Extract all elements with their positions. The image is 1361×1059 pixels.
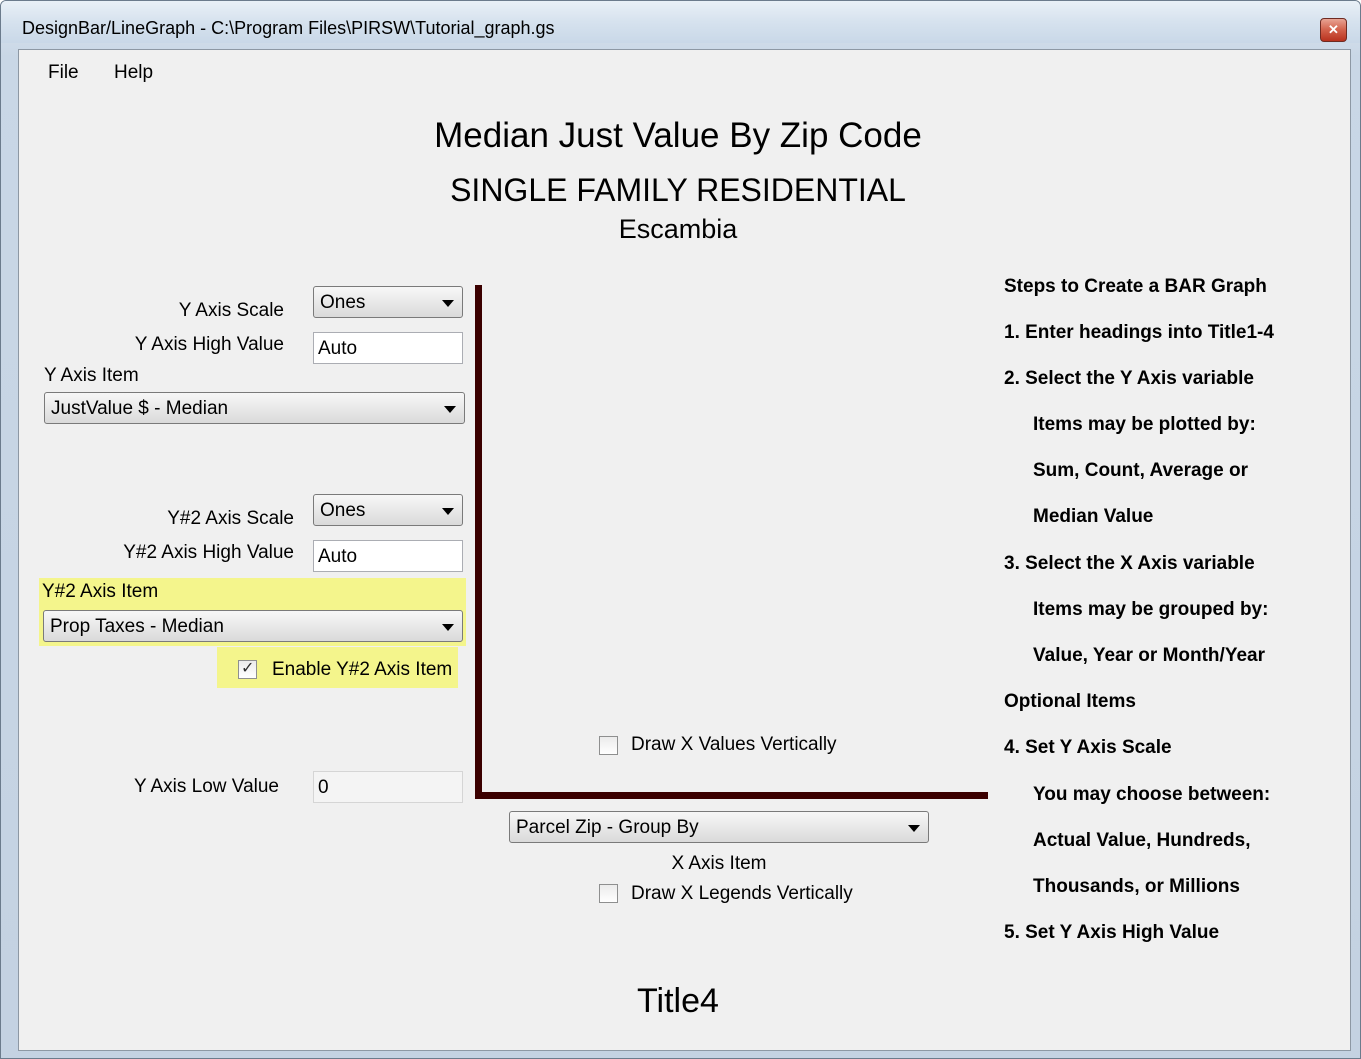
step-line: Thousands, or Millions — [1033, 876, 1240, 897]
menu-bar: File Help — [19, 58, 1350, 86]
y2-axis-scale-value: Ones — [320, 500, 366, 521]
chevron-down-icon — [444, 406, 456, 413]
draw-x-values-label[interactable]: Draw X Values Vertically — [631, 734, 837, 756]
step-line: Optional Items — [1004, 691, 1136, 712]
menu-file[interactable]: File — [48, 62, 79, 84]
app-window: DesignBar/LineGraph - C:\Program Files\P… — [0, 0, 1361, 1059]
title1-text[interactable]: Median Just Value By Zip Code — [19, 116, 1337, 156]
step-line: 3. Select the X Axis variable — [1004, 553, 1255, 574]
y-axis-item-select[interactable]: JustValue $ - Median — [44, 392, 465, 424]
chevron-down-icon — [442, 624, 454, 631]
step-line: You may choose between: — [1033, 784, 1271, 805]
enable-y2-label[interactable]: Enable Y#2 Axis Item — [272, 659, 452, 681]
y2-axis-scale-label: Y#2 Axis Scale — [167, 508, 294, 529]
step-line: Median Value — [1033, 506, 1154, 527]
close-button[interactable]: ✕ — [1320, 18, 1347, 42]
y-axis-high-label: Y Axis High Value — [134, 334, 284, 355]
y-axis-low-label: Y Axis Low Value — [133, 776, 279, 797]
steps-heading: Steps to Create a BAR Graph — [1004, 276, 1267, 297]
y2-axis-item-label: Y#2 Axis Item — [42, 581, 159, 602]
y-axis-high-input[interactable]: Auto — [313, 332, 463, 364]
step-line: 5. Set Y Axis High Value — [1004, 922, 1220, 943]
y-axis-scale-select[interactable]: Ones — [313, 286, 463, 318]
title4-text[interactable]: Title4 — [19, 982, 1337, 1021]
step-line: 2. Select the Y Axis variable — [1004, 368, 1254, 389]
y-axis-item-label: Y Axis Item — [44, 365, 139, 386]
step-line: Items may be plotted by: — [1033, 414, 1256, 435]
step-line: Sum, Count, Average or — [1033, 460, 1249, 481]
chevron-down-icon — [442, 300, 454, 307]
y-axis-low-value: 0 — [318, 777, 329, 798]
graph-designer-panel: File Help Median Just Value By Zip Code … — [18, 49, 1351, 1051]
y-axis-low-input[interactable]: 0 — [313, 771, 463, 803]
draw-x-legends-label[interactable]: Draw X Legends Vertically — [631, 883, 853, 905]
title2-text[interactable]: SINGLE FAMILY RESIDENTIAL — [19, 172, 1337, 209]
y-axis-scale-label: Y Axis Scale — [178, 300, 284, 321]
x-axis-item-value: Parcel Zip - Group By — [516, 817, 699, 838]
y-axis-scale-value: Ones — [320, 292, 366, 313]
step-line: Items may be grouped by: — [1033, 599, 1269, 620]
title3-text[interactable]: Escambia — [19, 214, 1337, 245]
enable-y2-checkbox[interactable] — [238, 658, 257, 679]
title-bar[interactable]: DesignBar/LineGraph - C:\Program Files\P… — [1, 1, 1360, 43]
y2-axis-scale-select[interactable]: Ones — [313, 494, 463, 526]
y-axis-line — [475, 285, 482, 799]
y2-axis-high-value: Auto — [318, 546, 358, 567]
step-line: Value, Year or Month/Year — [1033, 645, 1265, 666]
draw-x-values-checkbox[interactable] — [599, 736, 618, 755]
y-axis-item-value: JustValue $ - Median — [51, 398, 229, 419]
y2-axis-high-label: Y#2 Axis High Value — [123, 542, 294, 563]
menu-help[interactable]: Help — [114, 62, 153, 84]
y2-axis-item-select[interactable]: Prop Taxes - Median — [43, 610, 463, 642]
step-line: Actual Value, Hundreds, — [1033, 830, 1251, 851]
y2-axis-high-input[interactable]: Auto — [313, 540, 463, 572]
window-title: DesignBar/LineGraph - C:\Program Files\P… — [22, 18, 555, 38]
x-axis-item-label: X Axis Item — [671, 853, 767, 874]
chevron-down-icon — [442, 508, 454, 515]
draw-x-legends-checkbox[interactable] — [599, 884, 618, 903]
y-axis-high-value: Auto — [318, 338, 358, 359]
x-axis-line — [475, 792, 988, 799]
step-line: 4. Set Y Axis Scale — [1004, 737, 1172, 758]
step-line: 1. Enter headings into Title1-4 — [1004, 322, 1274, 343]
y2-axis-item-value: Prop Taxes - Median — [50, 616, 224, 637]
chevron-down-icon — [908, 825, 920, 832]
x-axis-item-select[interactable]: Parcel Zip - Group By — [509, 811, 929, 843]
